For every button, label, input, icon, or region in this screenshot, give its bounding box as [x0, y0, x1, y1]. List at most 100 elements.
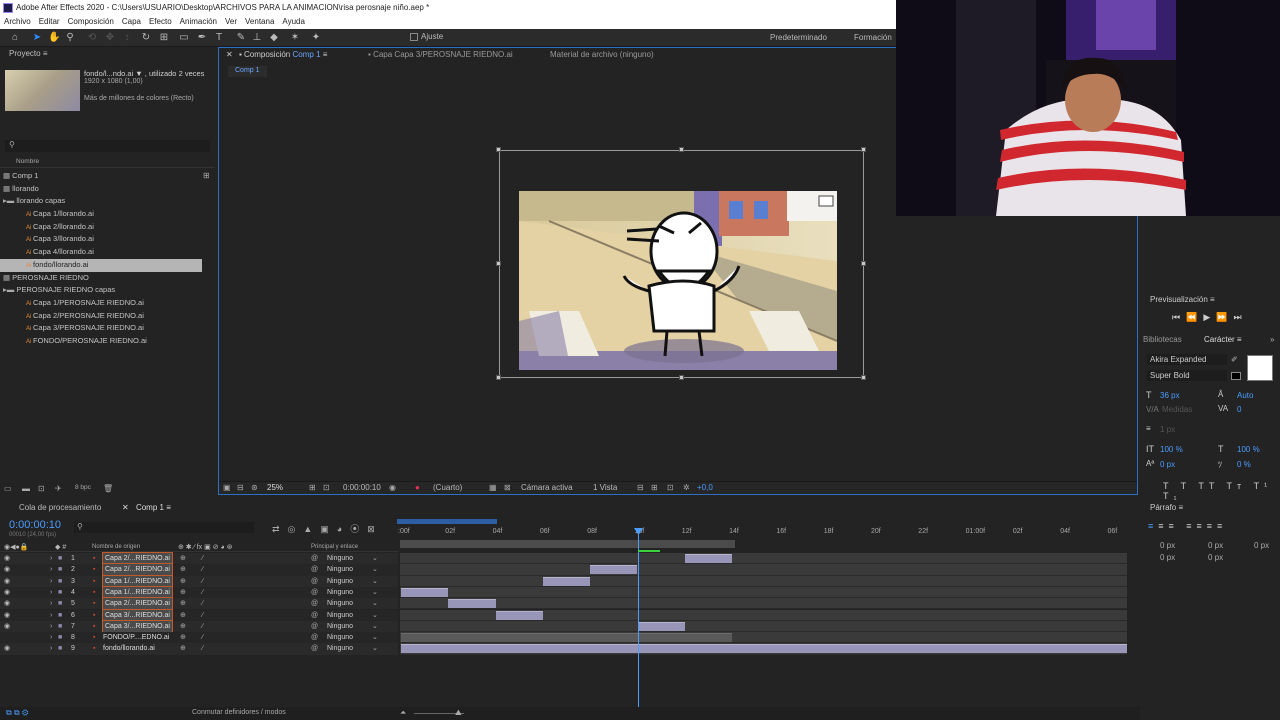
timeline-switch-icons[interactable]: ⇄◎▲▣◕⦿⊠	[272, 522, 383, 535]
workspace-training[interactable]: Formación	[854, 33, 892, 42]
eye-icon[interactable]: ◉	[4, 564, 10, 575]
pickwhip-icon[interactable]: @	[311, 610, 318, 621]
zoom-tool-icon[interactable]: ⚲	[64, 32, 76, 44]
space-before-value[interactable]: 0 px	[1160, 553, 1175, 562]
work-area-bar[interactable]	[400, 540, 735, 548]
pickwhip-icon[interactable]: @	[311, 632, 318, 643]
preview-panel-title[interactable]: Previsualización ≡	[1150, 295, 1215, 304]
pen-tool-icon[interactable]: ✒	[196, 32, 208, 44]
project-panel-header[interactable]: Proyecto ≡	[0, 47, 215, 61]
panel-menu-icon[interactable]: ≡	[43, 49, 48, 58]
illustrator-layer-icon[interactable]: ▪	[93, 587, 95, 598]
av-switch-icons[interactable]: ◉◀●🔒	[4, 543, 28, 551]
parent-select[interactable]: Ninguno	[327, 564, 353, 575]
eye-icon[interactable]: ◉	[4, 553, 10, 564]
menu-item-5[interactable]: Animación	[180, 17, 217, 26]
collapse-switch-icon[interactable]: ⊕	[180, 587, 186, 598]
project-item[interactable]: Ai Capa 1/llorando.ai	[0, 208, 215, 221]
orbit-tool-icon[interactable]: ⟲	[86, 32, 98, 44]
transform-handle[interactable]	[678, 147, 684, 152]
clone-stamp-tool-icon[interactable]: ⊥	[251, 32, 263, 44]
layer-row[interactable]: ◉ › ■ 1 ▪ Capa 2/...RIEDNO.ai ⊕ ∕ @ Ninguno ⌄	[0, 551, 398, 566]
expand-arrow-icon[interactable]: ›	[50, 553, 52, 564]
parent-select[interactable]: Ninguno	[327, 632, 353, 643]
pickwhip-icon[interactable]: @	[311, 598, 318, 609]
project-item[interactable]: Ai FONDO/PEROSNAJE RIEDNO.ai	[0, 335, 215, 348]
fast-preview-icon[interactable]: ⊞	[651, 483, 658, 492]
tsume-value[interactable]: 0 %	[1237, 460, 1251, 469]
menu-item-0[interactable]: Archivo	[4, 17, 31, 26]
zoom-select[interactable]: 25%	[267, 483, 283, 492]
layer-duration-bar[interactable]	[448, 599, 496, 609]
parent-select[interactable]: Ninguno	[327, 553, 353, 564]
source-name-column[interactable]: Nombre de origen	[92, 544, 140, 550]
libraries-tab[interactable]: Bibliotecas	[1143, 335, 1182, 344]
footer-icons[interactable]: ⧉ ⧉ ⚙	[6, 708, 28, 718]
quality-switch-icon[interactable]: ∕	[202, 598, 203, 609]
region-icon[interactable]: ⊟	[237, 483, 244, 492]
collapse-switch-icon[interactable]: ⊕	[180, 632, 186, 643]
expand-arrow-icon[interactable]: ›	[50, 610, 52, 621]
project-item[interactable]: ▦ PEROSNAJE RIEDNO	[0, 272, 215, 285]
quality-switch-icon[interactable]: ∕	[202, 587, 203, 598]
puppet-tool-icon[interactable]: ✦	[310, 32, 322, 44]
lock-icon[interactable]: ▪	[239, 50, 242, 59]
expand-arrow-icon[interactable]: ›	[50, 643, 52, 654]
expand-arrow-icon[interactable]: ›	[50, 632, 52, 643]
layer-row[interactable]: ◉ › ■ 3 ▪ Capa 1/...RIEDNO.ai ⊕ ∕ @ Ninguno ⌄	[0, 574, 398, 588]
illustrator-layer-icon[interactable]: ▪	[93, 632, 95, 643]
pickwhip-icon[interactable]: @	[311, 553, 318, 564]
transform-handle[interactable]	[861, 147, 866, 152]
collapse-switch-icon[interactable]: ⊕	[180, 576, 186, 587]
parent-column[interactable]: Principal y enlace	[311, 544, 358, 550]
pan-behind-tool-icon[interactable]: ⊞	[158, 32, 170, 44]
transform-handle[interactable]	[861, 261, 866, 266]
font-style-select[interactable]: Super Bold	[1147, 370, 1227, 381]
quality-switch-icon[interactable]: ∕	[202, 632, 203, 643]
previous-frame-icon[interactable]: ⏪	[1186, 312, 1203, 322]
collapse-switch-icon[interactable]: ⊕	[180, 598, 186, 609]
transform-handle[interactable]	[496, 261, 501, 266]
dropdown-chevron-icon[interactable]: ⌄	[372, 576, 378, 587]
panel-menu-icon[interactable]: ≡	[1237, 335, 1242, 344]
type-tool-icon[interactable]: T	[213, 32, 225, 44]
dropdown-chevron-icon[interactable]: ⌄	[372, 564, 378, 575]
project-item[interactable]: ▦ llorando	[0, 183, 215, 196]
project-item[interactable]: Ai Capa 1/PEROSNAJE RIEDNO.ai	[0, 297, 215, 310]
label-color-swatch[interactable]: ■	[58, 632, 62, 643]
stroke-width-value[interactable]: 1 px	[1160, 425, 1175, 434]
flowchart-icon[interactable]: ⊡	[667, 483, 674, 492]
transform-handle[interactable]	[861, 375, 866, 380]
new-composition-icon[interactable]: ⊡	[38, 484, 45, 493]
project-item[interactable]: Ai Capa 2/PEROSNAJE RIEDNO.ai	[0, 310, 215, 323]
expand-arrow-icon[interactable]: ›	[50, 576, 52, 587]
camera-select[interactable]: Cámara activa	[521, 483, 573, 492]
layer-row[interactable]: ◉ › ■ 2 ▪ Capa 2/...RIEDNO.ai ⊕ ∕ @ Ninguno ⌄	[0, 563, 398, 577]
dropdown-chevron-icon[interactable]: ⌄	[372, 553, 378, 564]
menu-item-3[interactable]: Capa	[122, 17, 141, 26]
pickwhip-icon[interactable]: @	[311, 576, 318, 587]
label-color-swatch[interactable]: ■	[58, 621, 62, 632]
project-item[interactable]: Ai Capa 3/llorando.ai	[0, 233, 215, 246]
eye-icon[interactable]: ◉	[4, 587, 10, 598]
illustrator-layer-icon[interactable]: ▪	[93, 598, 95, 609]
project-item[interactable]: ▸▬ PEROSNAJE RIEDNO capas	[0, 284, 215, 297]
label-icon[interactable]: ◆ #	[55, 543, 66, 551]
font-size-value[interactable]: 36 px	[1160, 391, 1180, 400]
project-item[interactable]: ▸▬ llorando capas	[0, 195, 215, 208]
parent-select[interactable]: Ninguno	[327, 610, 353, 621]
leading-value[interactable]: Auto	[1237, 391, 1253, 400]
layer-duration-bar[interactable]	[542, 576, 591, 586]
render-queue-tab[interactable]: Cola de procesamiento	[19, 503, 101, 512]
resolution-select[interactable]: (Cuarto)	[433, 483, 462, 492]
illustrator-layer-icon[interactable]: ▪	[93, 643, 95, 654]
layer-row[interactable]: ◉ › ■ 5 ▪ Capa 2/...RIEDNO.ai ⊕ ∕ @ Ninguno ⌄	[0, 597, 398, 611]
play-icon[interactable]: ▶	[1203, 312, 1216, 322]
kerning-value[interactable]: Medidas	[1162, 405, 1192, 414]
delete-icon[interactable]: 🗑	[103, 484, 113, 493]
parent-select[interactable]: Ninguno	[327, 587, 353, 598]
toggle-icon[interactable]: ⊠	[504, 483, 511, 492]
collapse-switch-icon[interactable]: ⊕	[180, 610, 186, 621]
layer-tab[interactable]: ▪ Capa Capa 3/PEROSNAJE RIEDNO.ai	[368, 50, 513, 59]
label-color-swatch[interactable]: ■	[58, 564, 62, 575]
